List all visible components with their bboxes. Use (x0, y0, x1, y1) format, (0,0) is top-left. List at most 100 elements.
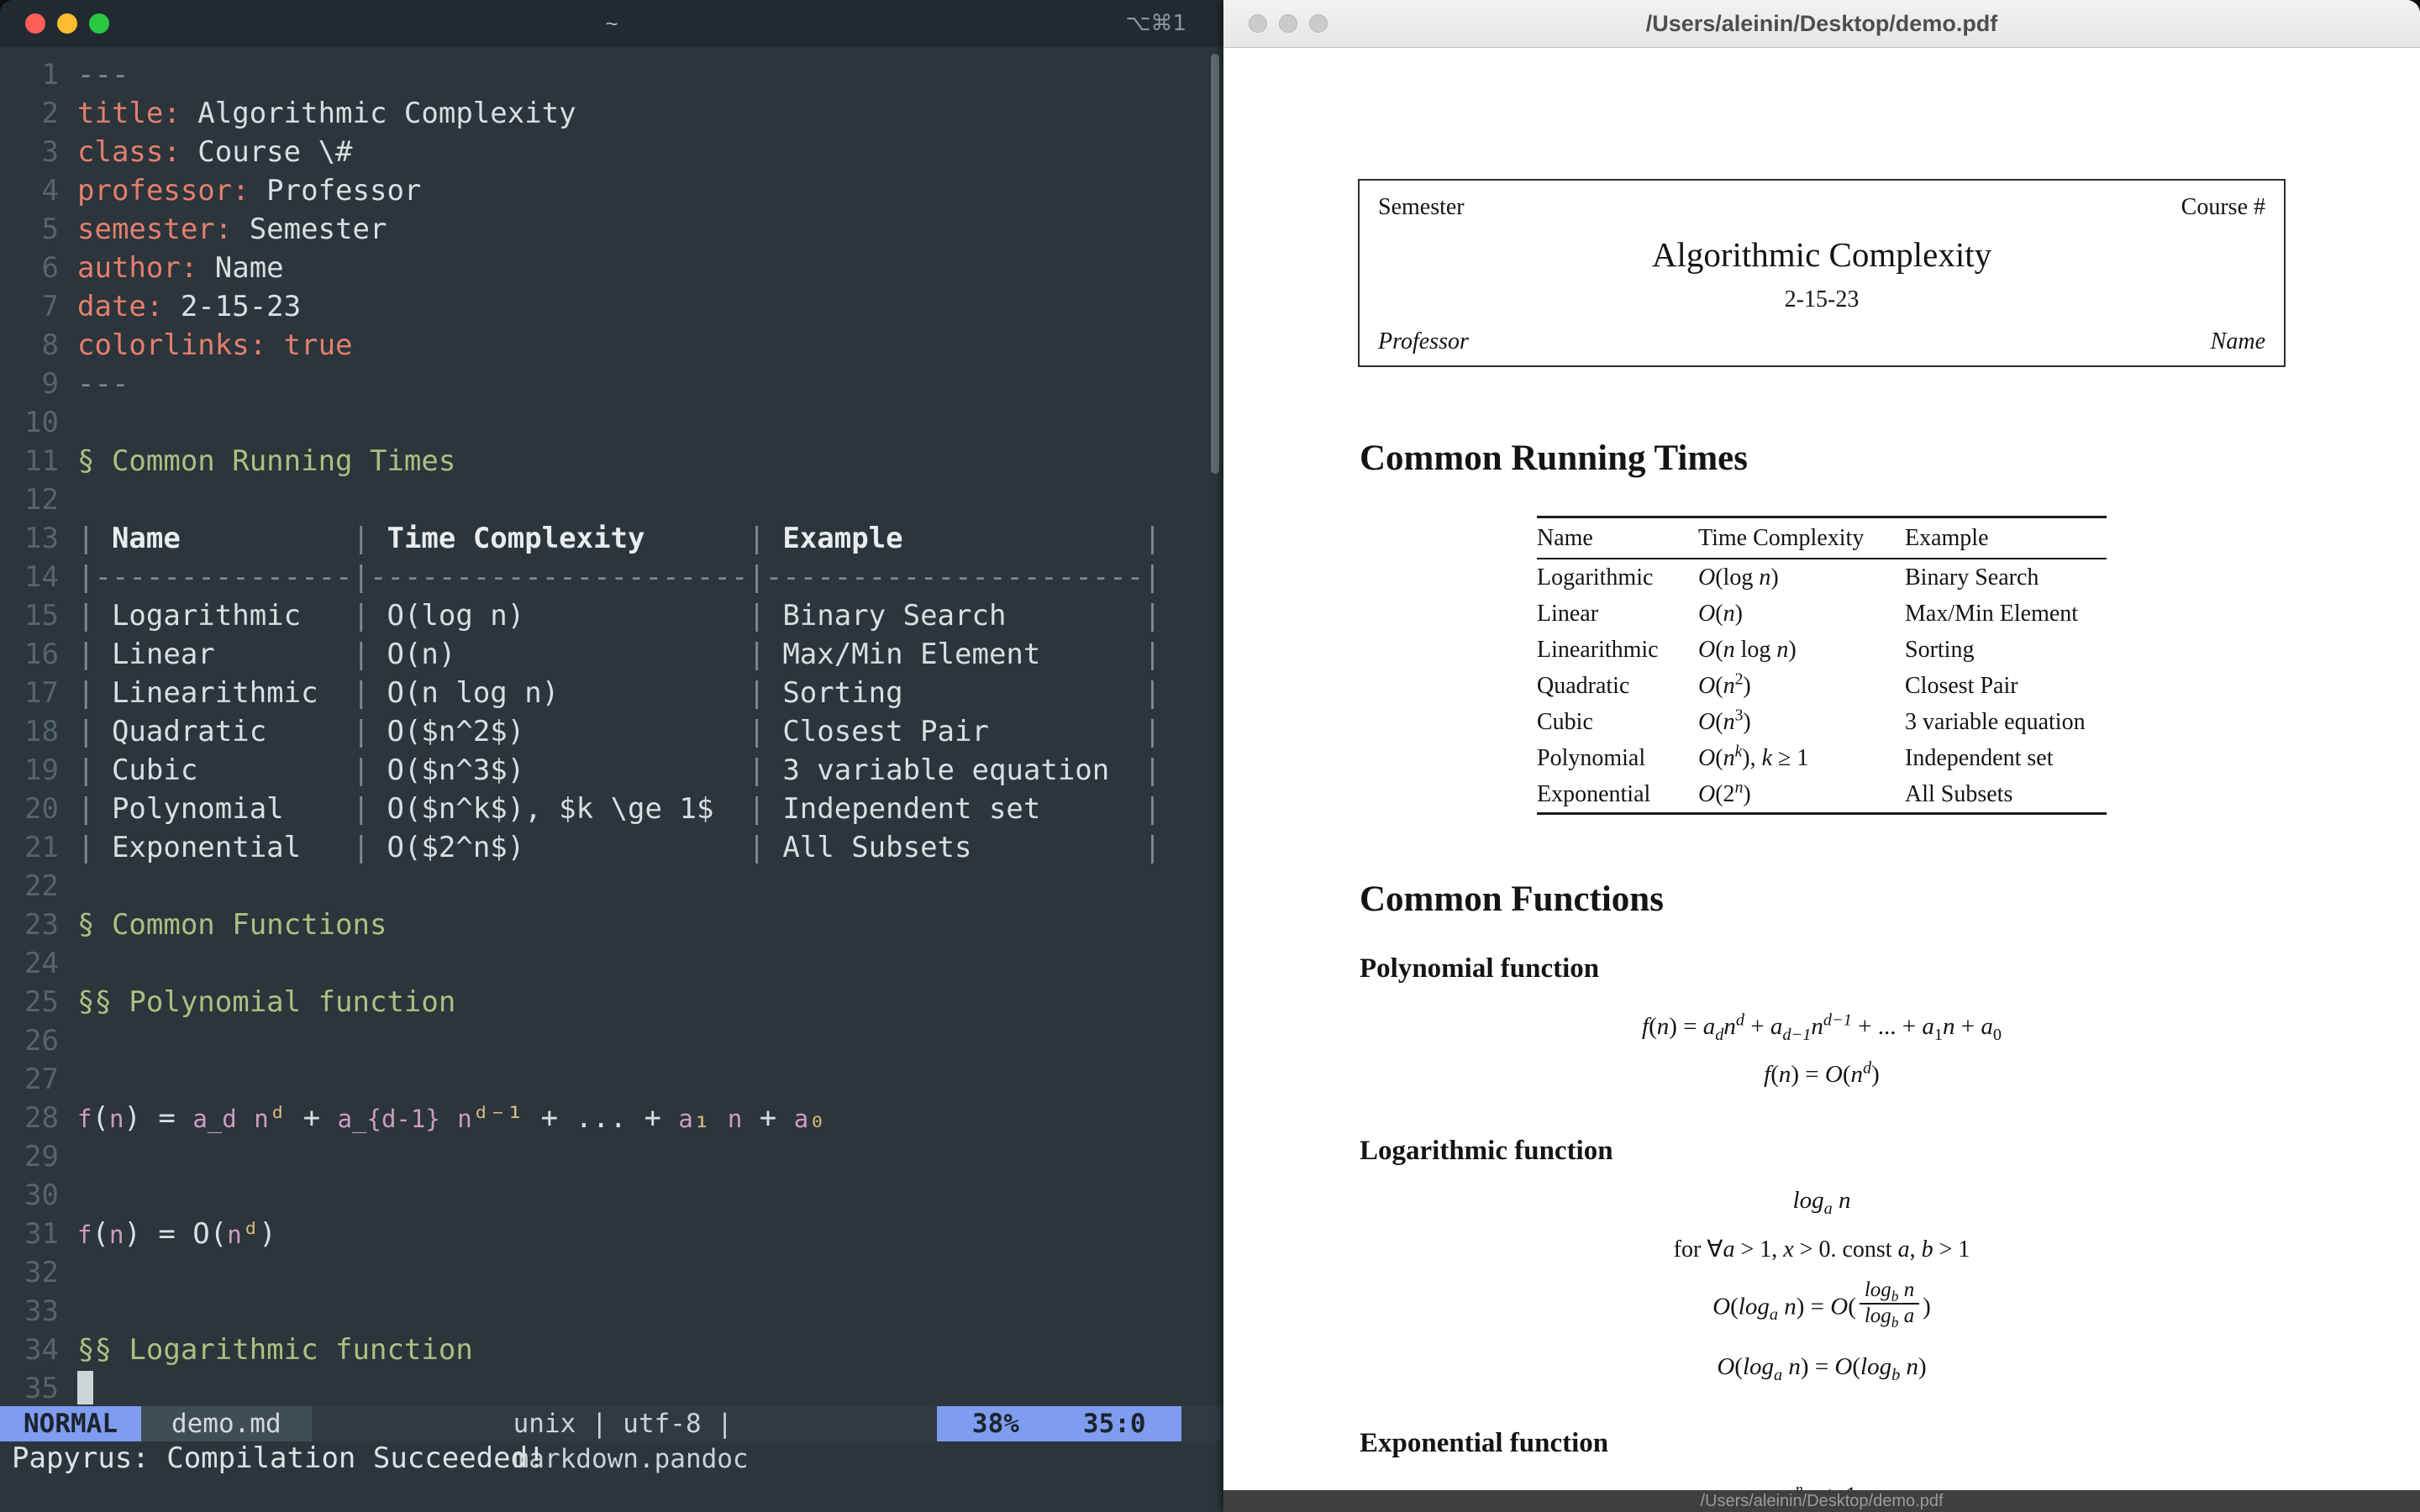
table-cell: O(n2) (1698, 670, 1751, 699)
minimize-button[interactable] (57, 13, 77, 34)
editor-line[interactable]: 3 class: Course \# (0, 133, 1223, 171)
line-number: 34 (24, 1333, 59, 1367)
line-number: 8 (41, 328, 59, 362)
statusline-right: 38% 35:0 (936, 1406, 1181, 1441)
log-condition: for ∀a > 1, x > 0. const a, b > 1 (1673, 1236, 1970, 1263)
editor-line[interactable]: 24 (0, 944, 1223, 983)
line-number: 15 (24, 599, 59, 633)
log-equation-3: O(loga n) = O(logb n) (1717, 1353, 1927, 1385)
editor-line[interactable]: 18 | Quadratic | O($n^2$) | Closest Pair … (0, 712, 1223, 751)
table-cell: 3 variable equation (1905, 708, 2086, 735)
editor-line[interactable]: 20 | Polynomial | O($n^k$), $k \ge 1$ | I… (0, 790, 1223, 828)
name-label: Name (2210, 328, 2265, 354)
editor-line[interactable]: 34 §§ Logarithmic function (0, 1331, 1223, 1369)
command-line-message: Papyrus: Compilation Succeeded! (12, 1441, 545, 1475)
editor-lines: 1 --- 2 title: Algorithmic Complexity 3 class… (0, 55, 1223, 1406)
line-number: 13 (24, 522, 59, 555)
editor-line[interactable]: 29 (0, 1137, 1223, 1176)
vim-window: ~ ⌥⌘1 1 --- 2 title: Algorithmic Complexity… (0, 0, 1223, 1512)
table-row: Linear O(n) Max/Min Element (1537, 596, 2107, 632)
table-cell: Logarithmic (1537, 564, 1654, 591)
editor-line[interactable]: 14 |---------------|---------------------… (0, 558, 1223, 596)
table-cell: Sorting (1905, 636, 1975, 663)
table-cell: Binary Search (1905, 564, 2039, 591)
pdf-header-box: Semester Course # Algorithmic Complexity… (1358, 179, 2286, 367)
line-number: 7 (41, 290, 59, 323)
editor-line[interactable]: 17 | Linearithmic | O(n log n) | Sorting … (0, 674, 1223, 712)
editor-area[interactable]: 1 --- 2 title: Algorithmic Complexity 3 class… (0, 47, 1223, 1406)
line-number: 27 (24, 1063, 59, 1096)
table-cell: Linearithmic (1537, 636, 1659, 663)
table-cell: Max/Min Element (1905, 600, 2079, 627)
zoom-button[interactable] (89, 13, 109, 34)
table-header-row: Name Time Complexity Example (1537, 516, 2107, 559)
editor-line[interactable]: 16 | Linear | O(n) | Max/Min Element | (0, 635, 1223, 674)
zoom-button[interactable] (1309, 14, 1328, 33)
course-label: Course # (2181, 194, 2265, 220)
line-number: 32 (24, 1256, 59, 1289)
editor-line[interactable]: 30 (0, 1176, 1223, 1215)
editor-line[interactable]: 27 (0, 1060, 1223, 1099)
table-cell: O(2n) (1698, 779, 1751, 807)
editor-line[interactable]: 15 | Logarithmic | O(log n) | Binary Sear… (0, 596, 1223, 635)
table-cell: O(n log n) (1698, 636, 1797, 663)
line-number: 2 (41, 97, 59, 130)
line-number: 16 (24, 638, 59, 671)
editor-line[interactable]: 25 §§ Polynomial function (0, 983, 1223, 1021)
editor-line[interactable]: 19 | Cubic | O($n^3$) | 3 variable equati… (0, 751, 1223, 790)
professor-label: Professor (1378, 328, 1469, 354)
editor-line[interactable]: 32 (0, 1253, 1223, 1292)
table-cell: O(nk), k ≥ 1 (1698, 743, 1809, 771)
table-cell: Polynomial (1537, 744, 1646, 771)
editor-line[interactable]: 1 --- (0, 55, 1223, 94)
editor-line[interactable]: 9 --- (0, 365, 1223, 403)
line-number: 33 (24, 1294, 59, 1328)
editor-line[interactable]: 31 f(n) = O(nᵈ) (0, 1215, 1223, 1253)
subheading-polynomial: Polynomial function (1360, 953, 1600, 984)
table-cell: Closest Pair (1905, 672, 2018, 699)
desktop: ~ ⌥⌘1 1 --- 2 title: Algorithmic Complexity… (0, 0, 2420, 1512)
table-cell: O(n3) (1698, 706, 1751, 735)
document-title: Algorithmic Complexity (1651, 235, 1992, 274)
close-button[interactable] (25, 13, 45, 34)
editor-line[interactable]: 26 (0, 1021, 1223, 1060)
editor-line[interactable]: 13 | Name | Time Complexity | Example | (0, 519, 1223, 558)
editor-line[interactable]: 6 author: Name (0, 249, 1223, 287)
editor-line[interactable]: 21 | Exponential | O($2^n$) | All Subsets… (0, 828, 1223, 867)
editor-line[interactable]: 11 § Common Running Times (0, 442, 1223, 480)
editor-line[interactable]: 10 (0, 403, 1223, 442)
pdf-page[interactable]: Semester Course # Algorithmic Complexity… (1223, 48, 2420, 1512)
line-number: 28 (24, 1101, 59, 1135)
close-button[interactable] (1249, 14, 1267, 33)
editor-bottom-fill (0, 1480, 1223, 1512)
log-equation-1: loga n (1792, 1187, 1851, 1218)
statusline-endpad (1181, 1406, 1223, 1441)
line-number: 35 (24, 1372, 59, 1405)
editor-line[interactable]: 35 (0, 1369, 1223, 1406)
editor-line[interactable]: 5 semester: Semester (0, 210, 1223, 249)
subheading-exponential: Exponential function (1360, 1428, 1609, 1459)
scrollbar-thumb[interactable] (1211, 54, 1219, 474)
subheading-logarithmic: Logarithmic function (1360, 1136, 1613, 1166)
minimize-button[interactable] (1279, 14, 1297, 33)
line-number: 29 (24, 1140, 59, 1173)
line-number: 19 (24, 753, 59, 787)
pdf-titlebar[interactable]: /Users/aleinin/Desktop/demo.pdf (1223, 0, 2420, 48)
editor-line[interactable]: 4 professor: Professor (0, 171, 1223, 210)
table-cell: O(n) (1698, 600, 1743, 627)
line-number: 30 (24, 1179, 59, 1212)
log-equation-2: O(loga n) = O(logb n logb a) (1712, 1278, 1931, 1331)
editor-line[interactable]: 8 colorlinks: true (0, 326, 1223, 365)
editor-line[interactable]: 22 (0, 867, 1223, 906)
editor-line[interactable]: 23 § Common Functions (0, 906, 1223, 944)
editor-line[interactable]: 2 title: Algorithmic Complexity (0, 94, 1223, 133)
editor-line[interactable]: 7 date: 2-15-23 (0, 287, 1223, 326)
document-date: 2-15-23 (1784, 286, 1860, 312)
vim-cursor (77, 1371, 93, 1404)
pdf-window-title: /Users/aleinin/Desktop/demo.pdf (1645, 10, 1998, 36)
editor-line[interactable]: 28 f(n) = a_d nᵈ + a_{d-1} nᵈ⁻¹ + ... + a… (0, 1099, 1223, 1137)
editor-line[interactable]: 12 (0, 480, 1223, 519)
line-number: 18 (24, 715, 59, 748)
vim-titlebar[interactable]: ~ ⌥⌘1 (0, 0, 1223, 47)
editor-line[interactable]: 33 (0, 1292, 1223, 1331)
